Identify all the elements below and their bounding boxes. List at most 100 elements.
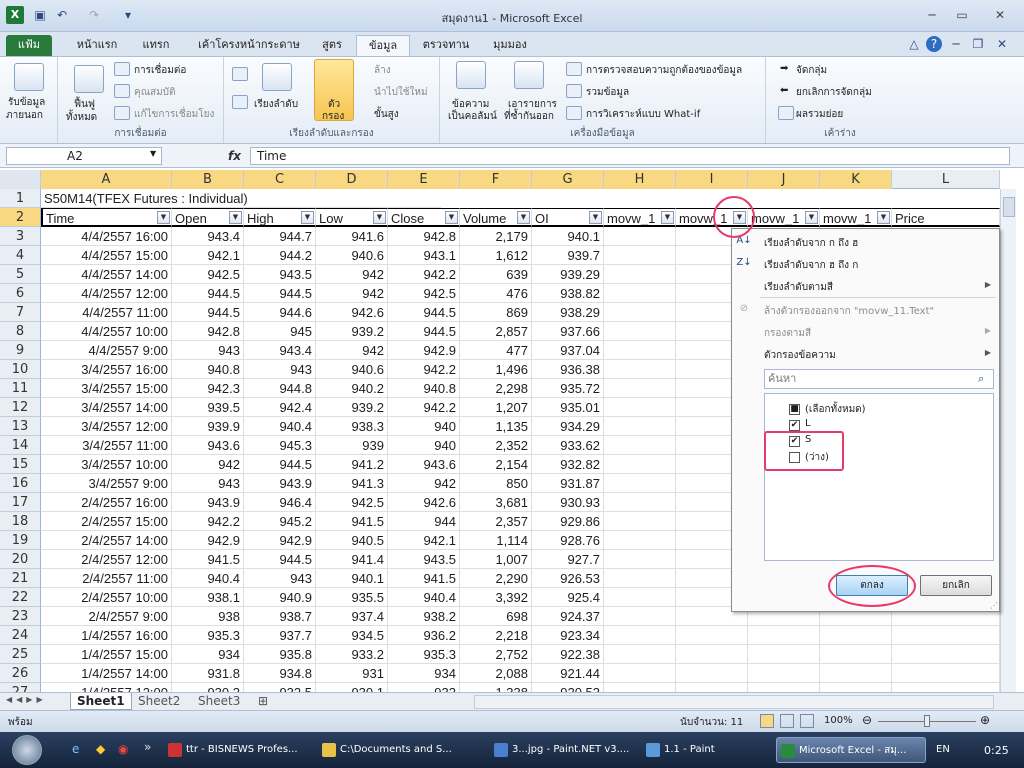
doc-restore-icon[interactable]: ❐ bbox=[970, 36, 986, 52]
empty-cell[interactable] bbox=[604, 474, 676, 493]
table-cell[interactable]: 944.5 bbox=[244, 550, 316, 569]
get-external-label2[interactable]: ภายนอก bbox=[6, 108, 43, 123]
empty-cell[interactable] bbox=[604, 588, 676, 607]
menu-text-filters[interactable]: ตัวกรองข้อความ bbox=[764, 348, 836, 363]
table-cell[interactable]: 4/4/2557 15:00 bbox=[41, 246, 172, 265]
horizontal-scrollbar[interactable] bbox=[474, 695, 994, 709]
empty-cell[interactable] bbox=[604, 645, 676, 664]
row-header[interactable]: 16 bbox=[0, 474, 41, 493]
filter-search-input[interactable]: ค้นหา bbox=[764, 369, 994, 389]
row-header[interactable]: 19 bbox=[0, 531, 41, 550]
table-cell[interactable]: 942.2 bbox=[388, 398, 460, 417]
empty-cell[interactable] bbox=[604, 322, 676, 341]
empty-cell[interactable] bbox=[892, 626, 1000, 645]
table-cell[interactable]: 943 bbox=[172, 341, 244, 360]
table-cell[interactable]: 940.5 bbox=[316, 531, 388, 550]
table-cell[interactable]: 943.5 bbox=[388, 550, 460, 569]
table-cell[interactable]: 921.44 bbox=[532, 664, 604, 683]
scroll-thumb[interactable] bbox=[1003, 197, 1015, 217]
taskbar-item[interactable]: 3...jpg - Paint.NET v3.... bbox=[490, 737, 638, 763]
empty-cell[interactable] bbox=[892, 664, 1000, 683]
table-cell[interactable]: 3/4/2557 10:00 bbox=[41, 455, 172, 474]
normal-view-icon[interactable] bbox=[760, 714, 774, 728]
table-cell[interactable]: 940.2 bbox=[316, 379, 388, 398]
text-to-columns-label2[interactable]: เป็นคอลัมน์ bbox=[448, 109, 497, 124]
empty-cell[interactable] bbox=[604, 664, 676, 683]
row-header[interactable]: 4 bbox=[0, 246, 41, 265]
table-cell[interactable]: 920.53 bbox=[532, 683, 604, 692]
table-cell[interactable]: 938.82 bbox=[532, 284, 604, 303]
table-cell[interactable]: 940.9 bbox=[244, 588, 316, 607]
tab-home[interactable]: หน้าแรก bbox=[66, 35, 128, 56]
whatif-icon[interactable] bbox=[566, 106, 582, 120]
table-cell[interactable]: 944 bbox=[388, 512, 460, 531]
table-cell[interactable]: 3/4/2557 12:00 bbox=[41, 417, 172, 436]
table-cell[interactable]: 938.1 bbox=[172, 588, 244, 607]
row-header[interactable]: 27 bbox=[0, 683, 41, 692]
table-cell[interactable]: 937.7 bbox=[244, 626, 316, 645]
table-cell[interactable]: 932.82 bbox=[532, 455, 604, 474]
tab-insert[interactable]: แทรก bbox=[132, 35, 180, 56]
table-cell[interactable]: 943.9 bbox=[172, 493, 244, 512]
table-cell[interactable]: 944.7 bbox=[244, 227, 316, 246]
empty-cell[interactable] bbox=[748, 645, 820, 664]
empty-cell[interactable] bbox=[604, 417, 676, 436]
connections-button[interactable]: การเชื่อมต่อ bbox=[134, 63, 186, 78]
table-cell[interactable]: 942 bbox=[316, 341, 388, 360]
title-cell[interactable]: S50M14(TFEX Futures : Individual) bbox=[41, 189, 441, 208]
table-cell[interactable]: 934.5 bbox=[316, 626, 388, 645]
table-cell[interactable]: 477 bbox=[460, 341, 532, 360]
empty-cell[interactable] bbox=[604, 398, 676, 417]
empty-cell[interactable] bbox=[604, 436, 676, 455]
table-cell[interactable]: 936.38 bbox=[532, 360, 604, 379]
column-header-g[interactable]: G bbox=[532, 170, 604, 189]
taskbar-item[interactable]: C:\Documents and S... bbox=[318, 737, 486, 763]
table-cell[interactable]: 932.5 bbox=[244, 683, 316, 692]
empty-cell[interactable] bbox=[820, 683, 892, 692]
table-cell[interactable]: 943 bbox=[172, 474, 244, 493]
table-cell[interactable]: 944.5 bbox=[244, 455, 316, 474]
empty-cell[interactable] bbox=[604, 493, 676, 512]
row-header[interactable]: 20 bbox=[0, 550, 41, 569]
row-header[interactable]: 14 bbox=[0, 436, 41, 455]
table-cell[interactable]: 942.9 bbox=[388, 341, 460, 360]
table-cell[interactable]: 2,218 bbox=[460, 626, 532, 645]
table-cell[interactable]: 943 bbox=[244, 360, 316, 379]
empty-cell[interactable] bbox=[604, 550, 676, 569]
menu-sort-ascending[interactable]: เรียงลำดับจาก ก ถึง ฮ bbox=[764, 236, 858, 251]
table-cell[interactable]: 931.87 bbox=[532, 474, 604, 493]
table-cell[interactable]: 933.2 bbox=[316, 645, 388, 664]
empty-cell[interactable] bbox=[892, 683, 1000, 692]
column-header-e[interactable]: E bbox=[388, 170, 460, 189]
table-cell[interactable]: 3/4/2557 16:00 bbox=[41, 360, 172, 379]
row-header[interactable]: 17 bbox=[0, 493, 41, 512]
table-cell[interactable]: 1,114 bbox=[460, 531, 532, 550]
row-header[interactable]: 18 bbox=[0, 512, 41, 531]
table-cell[interactable]: 945.2 bbox=[244, 512, 316, 531]
table-cell[interactable]: 942.6 bbox=[316, 303, 388, 322]
page-break-view-icon[interactable] bbox=[800, 714, 814, 728]
table-cell[interactable]: 476 bbox=[460, 284, 532, 303]
sheet-nav-icon[interactable]: ◀◀▶▶ bbox=[6, 695, 47, 704]
validation-icon[interactable] bbox=[566, 62, 582, 76]
advanced-button[interactable]: ขั้นสูง bbox=[374, 107, 399, 122]
table-cell[interactable]: 2,154 bbox=[460, 455, 532, 474]
consolidate-icon[interactable] bbox=[566, 84, 582, 98]
ribbon-minimize-icon[interactable]: △ bbox=[906, 36, 922, 52]
zoom-in-icon[interactable]: ⊕ bbox=[980, 713, 990, 727]
table-cell[interactable]: 942.3 bbox=[172, 379, 244, 398]
table-cell[interactable]: 3,392 bbox=[460, 588, 532, 607]
table-cell[interactable]: 942.8 bbox=[172, 322, 244, 341]
table-cell[interactable]: 4/4/2557 10:00 bbox=[41, 322, 172, 341]
column-header-i[interactable]: I bbox=[676, 170, 748, 189]
table-cell[interactable]: 941.5 bbox=[316, 512, 388, 531]
table-cell[interactable]: 942.4 bbox=[244, 398, 316, 417]
table-cell[interactable]: 934.29 bbox=[532, 417, 604, 436]
filter-dropdown-icon[interactable]: ▼ bbox=[517, 211, 530, 224]
table-cell[interactable]: 1/4/2557 12:00 bbox=[41, 683, 172, 692]
select-all-corner[interactable] bbox=[0, 170, 41, 189]
start-button[interactable] bbox=[12, 735, 42, 765]
table-cell[interactable]: 1/4/2557 16:00 bbox=[41, 626, 172, 645]
table-cell[interactable]: 938 bbox=[172, 607, 244, 626]
table-cell[interactable]: 937.66 bbox=[532, 322, 604, 341]
